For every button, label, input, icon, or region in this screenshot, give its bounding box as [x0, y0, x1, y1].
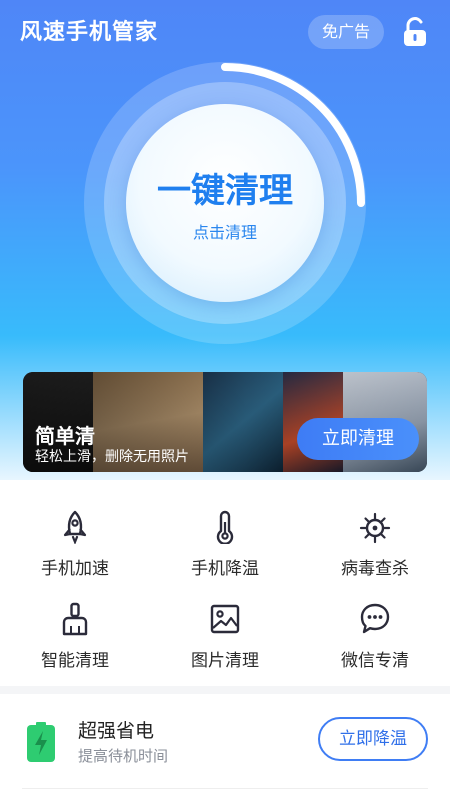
tap-to-clean-label[interactable]: 点击清理: [126, 219, 324, 243]
power-title: 超强省电: [78, 720, 155, 742]
ad-free-button[interactable]: 免广告: [308, 15, 384, 49]
virus-icon: [359, 512, 391, 544]
tool-virus-scan[interactable]: 病毒查杀: [300, 500, 450, 590]
tool-label: 智能清理: [41, 651, 109, 671]
tool-label: 微信专清: [341, 651, 409, 671]
tool-image-clean[interactable]: 图片清理: [150, 592, 300, 682]
rocket-icon: [63, 510, 87, 544]
thermometer-icon: [216, 510, 234, 544]
clean-now-button[interactable]: 立即清理: [297, 418, 419, 460]
tool-smart-clean[interactable]: 智能清理: [0, 592, 150, 682]
section-divider: [0, 686, 450, 694]
app-title: 风速手机管家: [20, 20, 159, 45]
bottom-divider: [22, 788, 428, 789]
tool-wechat-clean[interactable]: 微信专清: [300, 592, 450, 682]
simple-clean-banner[interactable]: 简单清 轻松上滑，删除无用照片 立即清理: [23, 372, 427, 472]
broom-icon: [62, 602, 88, 636]
one-click-clean-title[interactable]: 一键清理: [126, 163, 324, 212]
tool-phone-boost[interactable]: 手机加速: [0, 500, 150, 590]
tool-label: 手机降温: [191, 559, 259, 579]
image-icon: [210, 604, 240, 634]
tools-grid: 手机加速 手机降温 病毒查杀 智能清理 图片清理 微信专清: [0, 500, 450, 680]
unlock-icon[interactable]: [402, 17, 428, 47]
battery-charging-icon: [27, 722, 55, 762]
power-saving-card: 超强省电 提高待机时间 立即降温: [0, 694, 450, 800]
tool-label: 病毒查杀: [341, 559, 409, 579]
power-subtitle: 提高待机时间: [78, 747, 169, 765]
cool-down-now-button[interactable]: 立即降温: [318, 717, 428, 761]
banner-title: 简单清: [35, 424, 95, 448]
tool-label: 手机加速: [41, 559, 109, 579]
tool-label: 图片清理: [191, 651, 259, 671]
tool-phone-cooling[interactable]: 手机降温: [150, 500, 300, 590]
chat-bubble-icon: [360, 603, 390, 634]
banner-subtitle: 轻松上滑，删除无用照片: [35, 449, 189, 465]
